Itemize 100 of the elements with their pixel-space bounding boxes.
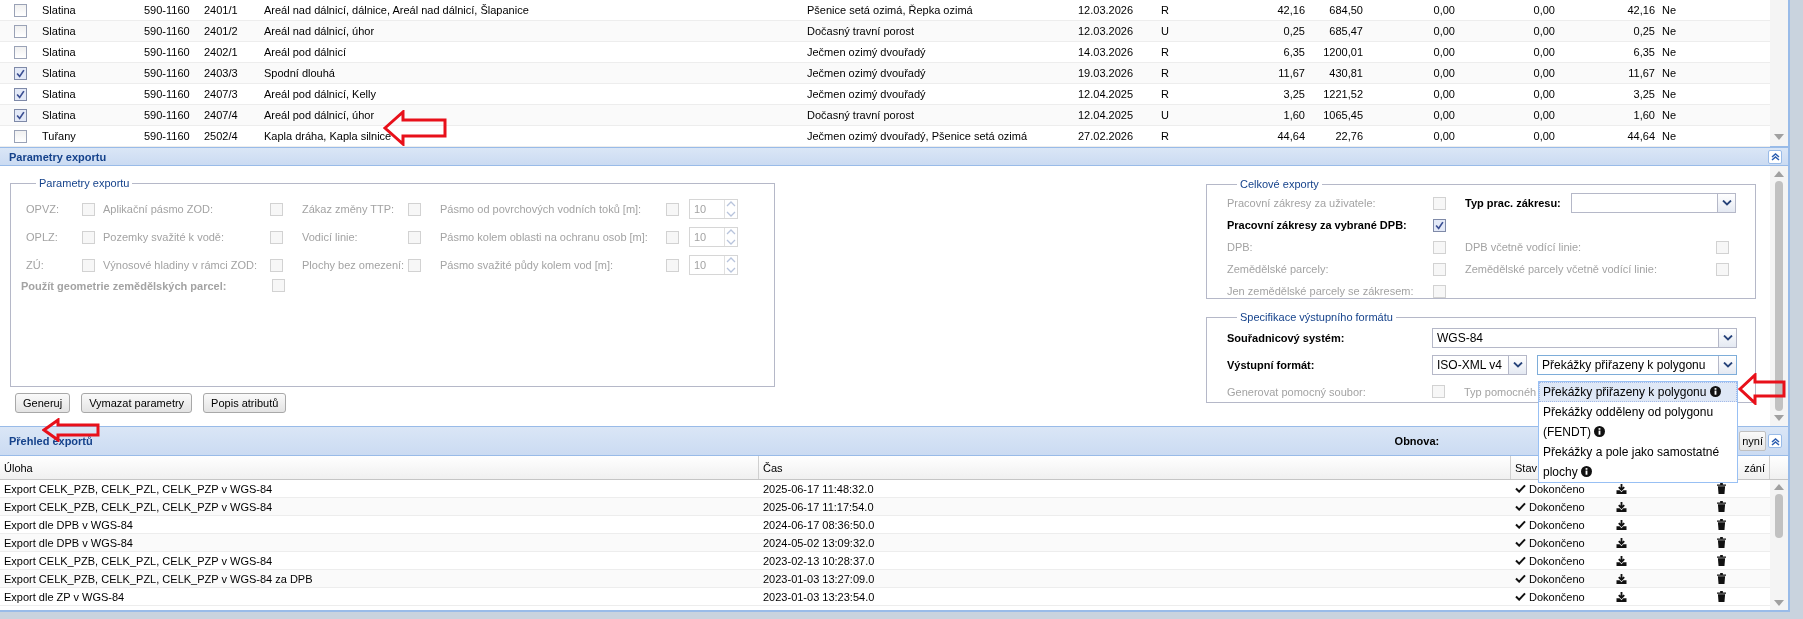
table-cell: 0,00 bbox=[1433, 67, 1455, 79]
table-cell: Export CELK_PZB, CELK_PZL, CELK_PZP v WGS-84 bbox=[4, 500, 273, 513]
table-cell: 2024-06-17 08:36:50.0 bbox=[763, 518, 875, 531]
table-cell: Areál nad dálnicí, úhor bbox=[264, 25, 375, 37]
info-icon bbox=[1581, 466, 1593, 477]
scrollbar[interactable] bbox=[1770, 166, 1788, 426]
table-cell: Pšenice setá ozimá, Řepka ozimá bbox=[807, 4, 973, 16]
row-checkbox[interactable] bbox=[14, 66, 27, 80]
option-label: Zákaz změny TTP: bbox=[302, 203, 396, 215]
scroll-thumb[interactable] bbox=[1775, 181, 1783, 411]
action-button[interactable]: Popis atributů bbox=[203, 393, 287, 413]
refresh-button[interactable]: nyní bbox=[1739, 431, 1766, 451]
table-cell: 1,60 bbox=[1633, 109, 1655, 121]
dropdown-option[interactable]: Překážky a pole jako samostatné plochy bbox=[1539, 442, 1737, 482]
caret-icon bbox=[1721, 200, 1732, 206]
table-cell: 0,00 bbox=[1433, 46, 1455, 58]
dropdown-option[interactable]: Překážky odděleny od polygonu (FENDT) bbox=[1539, 402, 1737, 442]
row-checkbox[interactable] bbox=[14, 129, 27, 143]
select-field[interactable]: ISO-XML v4 bbox=[1432, 354, 1527, 375]
select-field[interactable]: WGS-84 bbox=[1432, 327, 1737, 348]
action-button[interactable]: Generuj bbox=[15, 393, 71, 413]
table-cell: R bbox=[1161, 67, 1169, 79]
scroll-up-icon[interactable] bbox=[1774, 171, 1784, 177]
scroll-down-icon[interactable] bbox=[1774, 134, 1784, 140]
scrollbar[interactable] bbox=[1770, 480, 1788, 610]
table-cell: 0,00 bbox=[1433, 4, 1455, 16]
row-checkbox[interactable] bbox=[14, 87, 27, 101]
scroll-thumb[interactable] bbox=[1775, 494, 1783, 538]
table-cell: 0,00 bbox=[1533, 67, 1555, 79]
table-cell: R bbox=[1161, 88, 1169, 100]
option-checkbox[interactable] bbox=[1433, 218, 1446, 232]
table-cell: 14.03.2026 bbox=[1078, 46, 1134, 58]
row-checkbox[interactable] bbox=[14, 24, 27, 38]
table-cell: R bbox=[1161, 46, 1169, 58]
table-cell: 2024-05-02 13:09:32.0 bbox=[763, 536, 875, 549]
option-label: Vodicí linie: bbox=[302, 231, 359, 243]
table-cell: 590-1160 bbox=[144, 109, 190, 121]
download-icon[interactable] bbox=[1616, 591, 1627, 602]
column-header[interactable]: Čas bbox=[759, 456, 1511, 479]
table-cell: 0,00 bbox=[1433, 25, 1455, 37]
trash-icon[interactable] bbox=[1717, 519, 1726, 530]
option-label: Pásmo kolem oblasti na ochranu osob [m]: bbox=[440, 231, 649, 243]
table-cell: Export CELK_PZB, CELK_PZL, CELK_PZP v WGS-84 bbox=[4, 482, 273, 495]
table-cell: 0,00 bbox=[1533, 46, 1555, 58]
option-label: DPB: bbox=[1227, 241, 1254, 253]
option-label: Pracovní zákresy za vybrané DPB: bbox=[1227, 219, 1408, 231]
option-label: Generovat pomocný soubor: bbox=[1227, 385, 1367, 398]
option-label: OPVZ: bbox=[26, 203, 60, 215]
trash-icon[interactable] bbox=[1717, 501, 1726, 512]
table-cell: 1,60 bbox=[1283, 109, 1305, 121]
table-cell: 0,00 bbox=[1533, 109, 1555, 121]
table-cell: 3,25 bbox=[1633, 88, 1655, 100]
select-field[interactable] bbox=[1571, 193, 1736, 213]
fieldset-legend: Specifikace výstupního formátu bbox=[1237, 311, 1396, 323]
option-label: OPLZ: bbox=[26, 231, 59, 243]
scroll-down-icon[interactable] bbox=[1774, 600, 1784, 606]
download-icon[interactable] bbox=[1616, 555, 1627, 566]
dropdown-option[interactable]: Překážky přiřazeny k polygonu bbox=[1539, 382, 1737, 402]
table-cell: 11,67 bbox=[1628, 67, 1655, 79]
check-icon bbox=[1515, 520, 1526, 529]
table-cell: Areál nad dálnicí, dálnice, Areál nad dálnicí, Šlapanice bbox=[264, 4, 529, 16]
table-cell: Slatina bbox=[42, 109, 76, 121]
info-icon bbox=[1594, 426, 1606, 437]
table-cell: 12.04.2025 bbox=[1078, 88, 1134, 100]
trash-icon[interactable] bbox=[1717, 483, 1726, 494]
table-cell: 2023-02-13 10:28:37.0 bbox=[763, 554, 875, 567]
scroll-up-icon[interactable] bbox=[1774, 484, 1784, 490]
table-cell: Dočasný travní porost bbox=[807, 109, 914, 121]
table-cell: 2025-06-17 11:48:32.0 bbox=[763, 482, 874, 495]
table-cell: 2403/3 bbox=[204, 67, 238, 79]
option-label: Zemědělské parcely: bbox=[1227, 263, 1330, 275]
trash-icon[interactable] bbox=[1717, 537, 1726, 548]
status-text: Dokončeno bbox=[1529, 572, 1585, 585]
download-icon[interactable] bbox=[1616, 483, 1627, 494]
column-header[interactable]: Úloha bbox=[0, 456, 759, 479]
row-checkbox[interactable] bbox=[14, 3, 27, 17]
select-field[interactable]: Překážky přiřazeny k polygonu bbox=[1537, 354, 1737, 375]
row-checkbox[interactable] bbox=[14, 108, 27, 122]
trash-icon[interactable] bbox=[1717, 573, 1726, 584]
row-checkbox[interactable] bbox=[14, 45, 27, 59]
table-cell: Areál pod dálnicí bbox=[264, 46, 346, 58]
action-button[interactable]: Vymazat parametry bbox=[81, 393, 193, 413]
scroll-down-icon[interactable] bbox=[1774, 415, 1784, 421]
table-cell: 2401/1 bbox=[204, 4, 238, 16]
collapse-button[interactable] bbox=[1768, 434, 1782, 448]
download-icon[interactable] bbox=[1616, 519, 1627, 530]
trash-icon[interactable] bbox=[1717, 591, 1726, 602]
table-cell: 0,00 bbox=[1533, 4, 1555, 16]
check-icon bbox=[1515, 574, 1526, 583]
download-icon[interactable] bbox=[1616, 573, 1627, 584]
option-label: Aplikační pásmo ZOD: bbox=[103, 203, 215, 215]
field-label: Obnova: bbox=[1394, 435, 1440, 447]
download-icon[interactable] bbox=[1616, 501, 1627, 512]
trash-icon[interactable] bbox=[1717, 555, 1726, 566]
table-cell: 11,67 bbox=[1278, 67, 1305, 79]
collapse-button[interactable] bbox=[1768, 149, 1782, 164]
status-text: Dokončeno bbox=[1529, 590, 1585, 603]
download-icon[interactable] bbox=[1616, 537, 1627, 548]
scrollbar[interactable] bbox=[1770, 0, 1788, 146]
table-cell: 0,00 bbox=[1533, 130, 1555, 142]
